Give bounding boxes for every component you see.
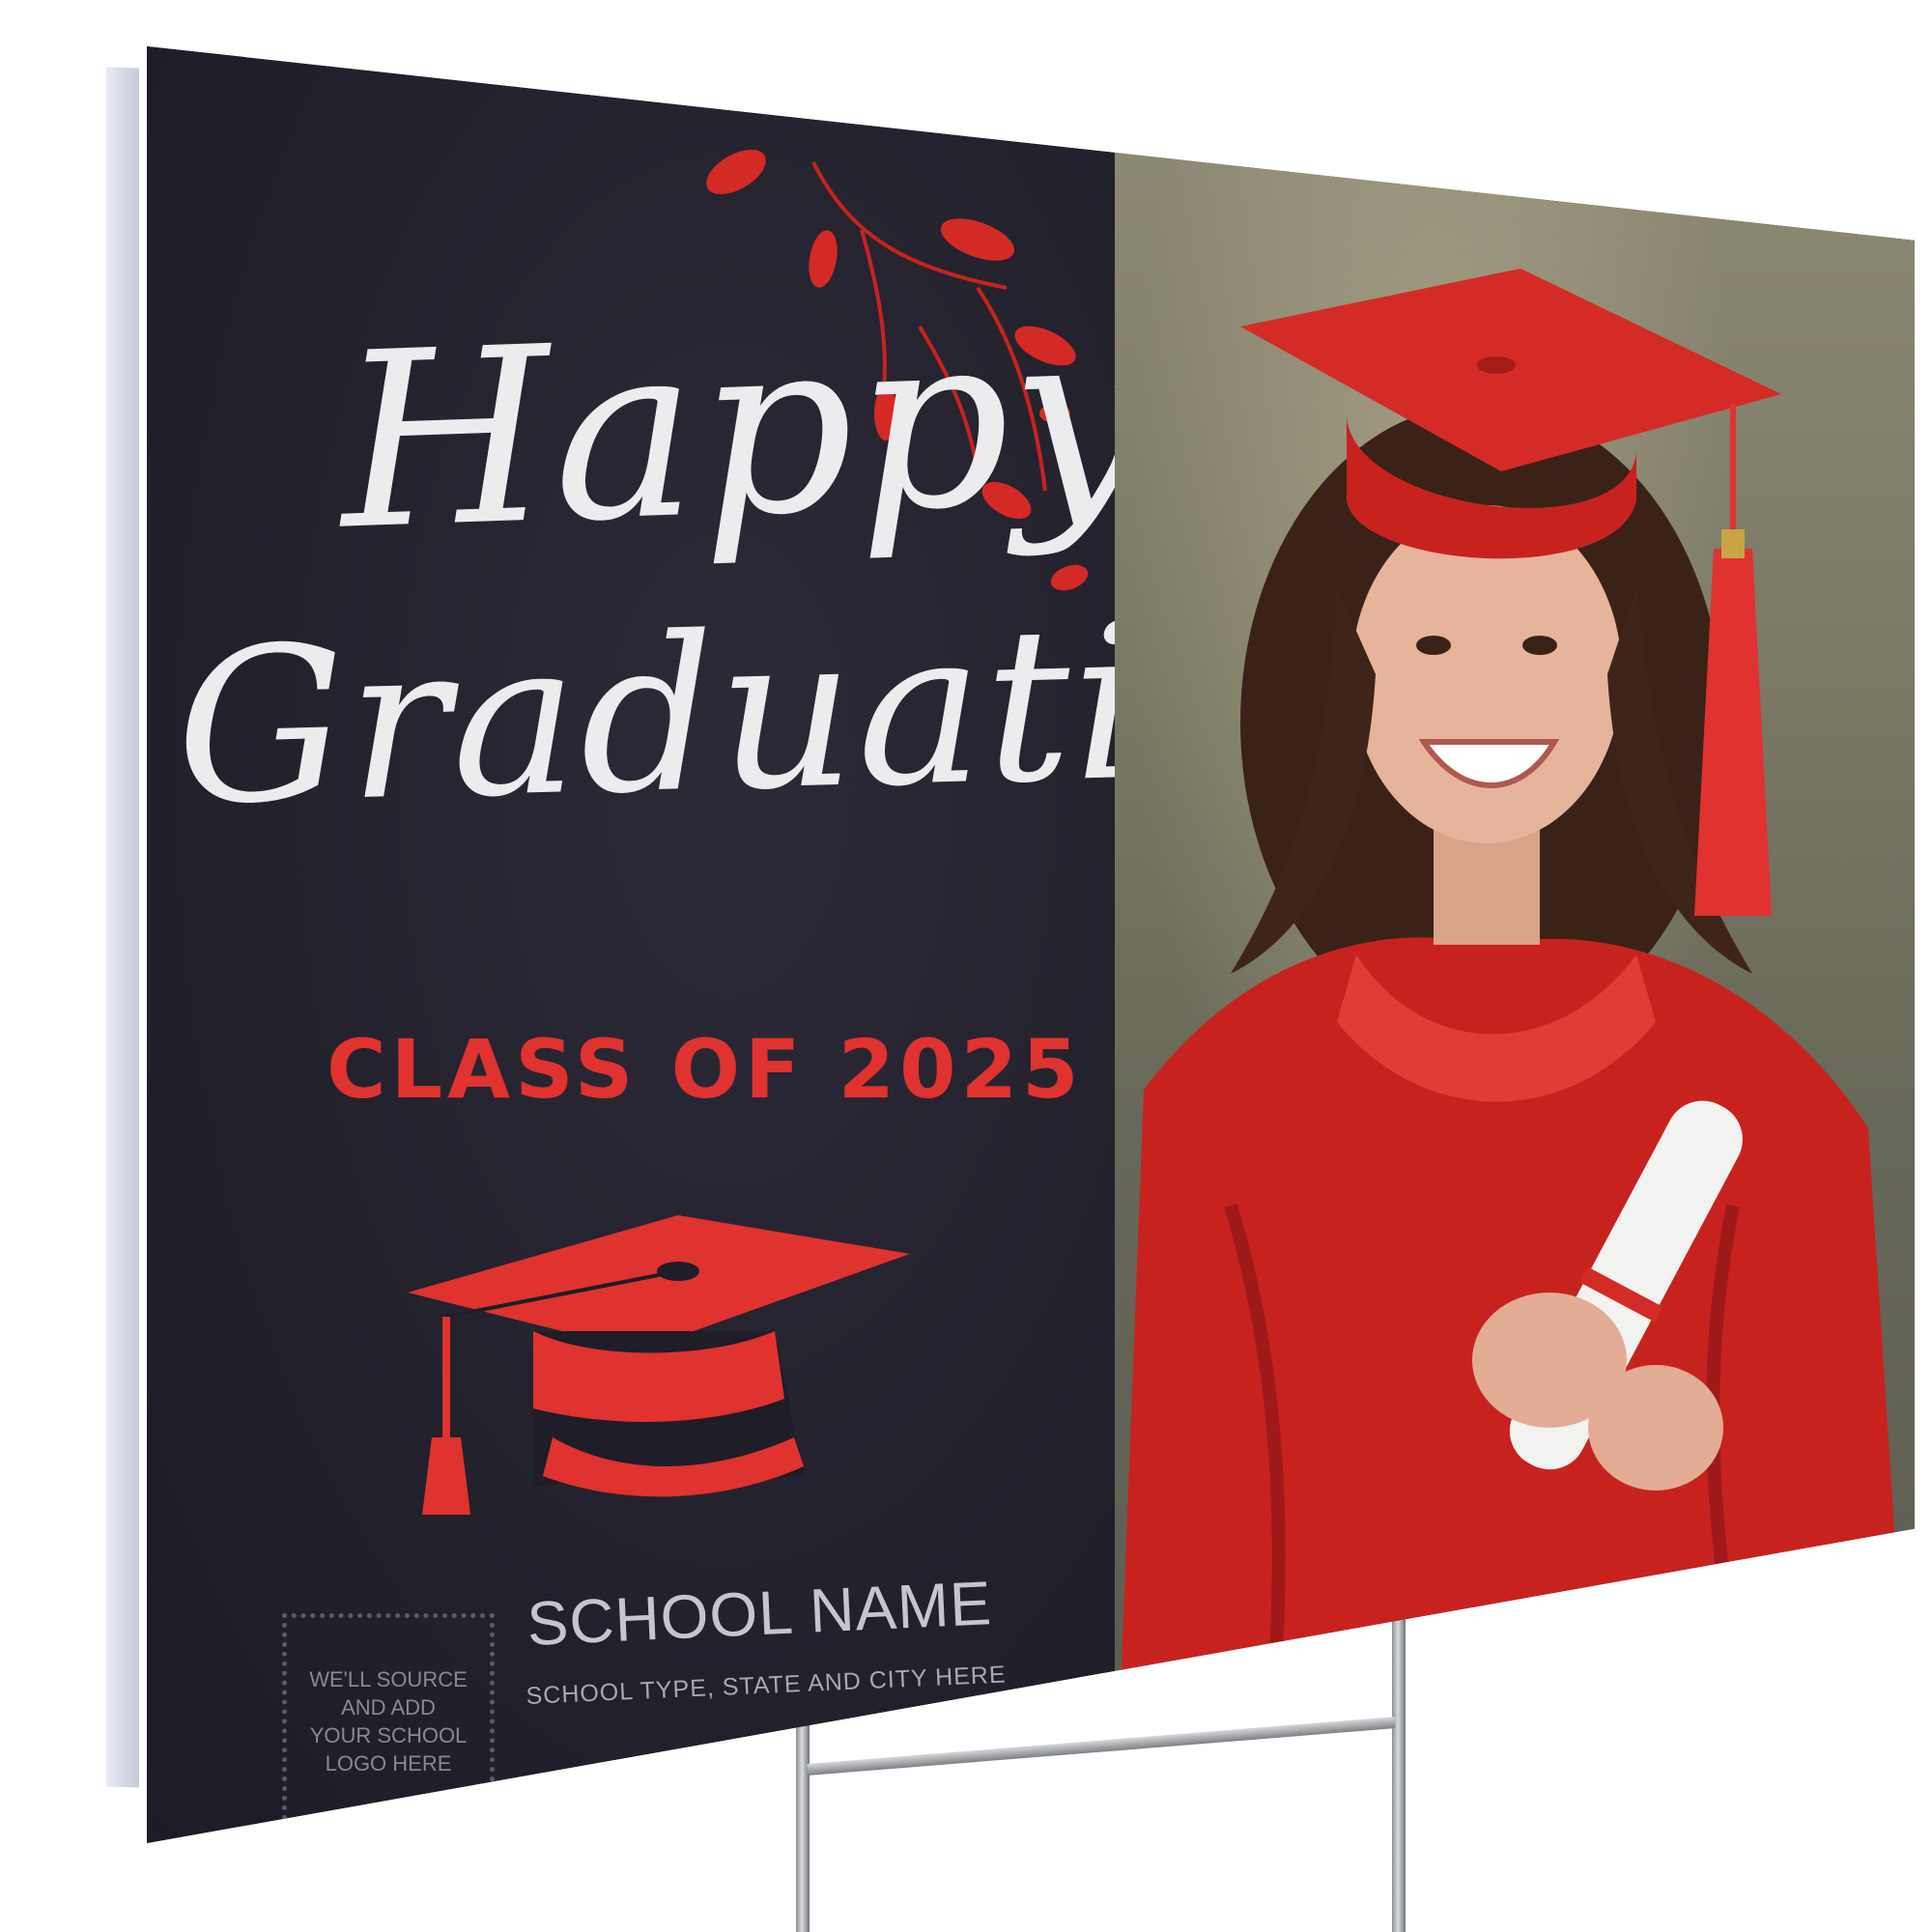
graduate-photo — [1115, 269, 1915, 1843]
school-logo-placeholder: WE'LL SOURCE AND ADD YOUR SCHOOL LOGO HE… — [282, 1613, 495, 1830]
graduation-cap-icon — [408, 1215, 910, 1515]
class-year-label: CLASS OF 2025 — [327, 1022, 1084, 1117]
sign-board: Happy Graduation! CLASS OF 2025 WE'LL SO… — [106, 46, 1915, 1862]
headline-happy: Happy — [335, 273, 1155, 583]
yard-sign-scene: Happy Graduation! CLASS OF 2025 WE'LL SO… — [0, 0, 1932, 1932]
logo-placeholder-text: WE'LL SOURCE AND ADD YOUR SCHOOL LOGO HE… — [309, 1667, 468, 1776]
sign-edge — [106, 67, 139, 1788]
sign-face: Happy Graduation! CLASS OF 2025 WE'LL SO… — [147, 46, 1915, 1843]
